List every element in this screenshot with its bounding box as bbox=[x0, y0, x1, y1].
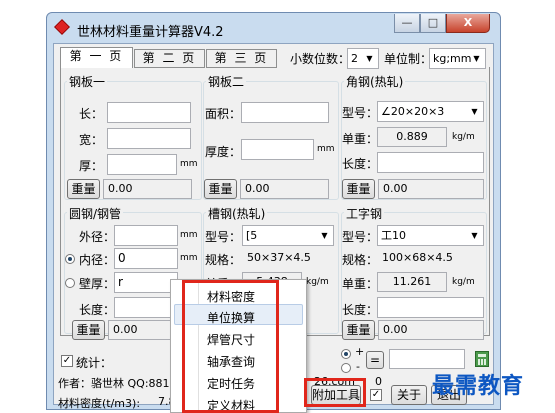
minus-label: - bbox=[356, 360, 360, 373]
unit-weight-value: 11.261 bbox=[377, 272, 447, 292]
unit-label: mm bbox=[180, 230, 198, 240]
title-bar[interactable]: 世林材料重量计算器V4.2 — □ X bbox=[47, 13, 500, 43]
channel-model-select[interactable]: [5 ▼ bbox=[242, 225, 334, 246]
window-title: 世林材料重量计算器V4.2 bbox=[77, 25, 224, 40]
group-title: 钢板一 bbox=[67, 73, 108, 90]
spec-value: 50×37×4.5 bbox=[242, 248, 334, 268]
tab-page-2[interactable]: 第 二 页 bbox=[134, 49, 205, 68]
unit-weight-label: 单重： bbox=[342, 132, 379, 146]
minus-radio[interactable] bbox=[341, 363, 351, 373]
weight-button[interactable]: 重量 bbox=[342, 179, 375, 199]
unit-label: kg/m bbox=[452, 132, 475, 142]
weight-result: 0.00 bbox=[378, 320, 484, 340]
app-icon bbox=[54, 19, 70, 35]
chevron-down-icon: ▼ bbox=[321, 231, 328, 240]
weight-result: 0.00 bbox=[378, 179, 484, 199]
decimals-select[interactable]: 2 ▼ bbox=[347, 48, 379, 69]
chevron-down-icon: ▼ bbox=[471, 107, 478, 116]
group-title: 角钢(热轧) bbox=[344, 73, 406, 90]
group-title: 工字钢 bbox=[344, 205, 385, 222]
menu-highlight-frame bbox=[182, 280, 279, 413]
length-input[interactable] bbox=[107, 102, 191, 123]
spec-label: 规格： bbox=[205, 253, 242, 267]
thickness-label: 厚： bbox=[79, 159, 104, 173]
area-input[interactable] bbox=[241, 102, 329, 123]
inner-diameter-input[interactable]: 0 bbox=[114, 248, 178, 269]
author-text: 作者：骆世林 QQ:881 bbox=[58, 377, 170, 390]
minimize-button[interactable]: — bbox=[394, 14, 420, 33]
chevron-down-icon: ▼ bbox=[471, 231, 478, 240]
weight-button[interactable]: 重量 bbox=[67, 179, 100, 199]
length-label: 长度： bbox=[342, 303, 379, 317]
unit-weight-label: 单重： bbox=[342, 277, 379, 291]
stats-checkbox[interactable]: ✓ bbox=[61, 355, 73, 367]
width-label: 宽： bbox=[79, 133, 104, 147]
length-input[interactable] bbox=[114, 297, 178, 318]
group-title: 钢板二 bbox=[206, 73, 247, 90]
group-title: 槽钢(热轧) bbox=[206, 205, 268, 222]
watermark-text: 最需教育 bbox=[432, 373, 525, 399]
unit-label: mm bbox=[180, 159, 198, 169]
weight-button[interactable]: 重量 bbox=[342, 320, 375, 340]
model-label: 型号： bbox=[342, 106, 379, 120]
inner-diameter-radio[interactable] bbox=[65, 254, 75, 264]
tab-page-3[interactable]: 第 三 页 bbox=[206, 49, 277, 68]
unit-label: mm bbox=[317, 144, 335, 154]
weight-result: 0.00 bbox=[103, 179, 192, 199]
length-label: 长度： bbox=[79, 303, 116, 317]
spec-label: 规格： bbox=[342, 253, 379, 267]
close-button[interactable]: X bbox=[446, 14, 490, 33]
angle-model-select[interactable]: ∠20×20×3 ▼ bbox=[377, 101, 484, 122]
wall-thickness-label: 壁厚： bbox=[79, 277, 116, 291]
button-highlight-frame bbox=[304, 378, 366, 407]
spec-value: 100×68×4.5 bbox=[377, 248, 484, 268]
chevron-down-icon: ▼ bbox=[366, 54, 373, 63]
unit-label: mm bbox=[180, 253, 198, 263]
equals-button[interactable]: = bbox=[366, 351, 384, 369]
thickness-input[interactable] bbox=[241, 139, 314, 160]
option-checkbox[interactable]: ✓ bbox=[370, 389, 382, 401]
decimals-label: 小数位数： bbox=[290, 52, 351, 66]
unit-weight-value: 0.889 bbox=[377, 127, 447, 147]
plus-radio[interactable] bbox=[341, 349, 351, 359]
thickness-label: 厚度： bbox=[205, 145, 242, 159]
about-button[interactable]: 关于 bbox=[391, 385, 427, 405]
unit-label: kg/m bbox=[452, 277, 475, 287]
weight-button[interactable]: 重量 bbox=[72, 320, 105, 340]
stats-label: 统计： bbox=[76, 356, 113, 370]
model-label: 型号： bbox=[342, 230, 379, 244]
unit-label: kg/m bbox=[306, 277, 329, 287]
chevron-down-icon: ▼ bbox=[473, 54, 480, 63]
width-input[interactable] bbox=[107, 128, 191, 149]
zero-value: 0 bbox=[375, 375, 382, 388]
outer-diameter-input[interactable] bbox=[114, 225, 178, 246]
i-beam-model-select[interactable]: 工10 ▼ bbox=[377, 225, 484, 246]
tab-page-1[interactable]: 第 一 页 bbox=[60, 47, 133, 68]
model-label: 型号： bbox=[205, 230, 242, 244]
density-label: 材料密度(t/m3): bbox=[58, 397, 141, 410]
group-title: 圆钢/钢管 bbox=[67, 205, 124, 222]
wall-thickness-input[interactable]: r bbox=[114, 272, 178, 293]
length-label: 长： bbox=[79, 107, 104, 121]
unit-system-label: 单位制： bbox=[384, 52, 433, 66]
inner-diameter-label: 内径： bbox=[79, 253, 116, 267]
length-input[interactable] bbox=[377, 152, 484, 173]
plus-label: + bbox=[355, 345, 365, 358]
length-label: 长度： bbox=[342, 157, 379, 171]
wall-thickness-radio[interactable] bbox=[65, 278, 75, 288]
area-label: 面积： bbox=[205, 107, 242, 121]
stats-total-input[interactable] bbox=[389, 349, 465, 369]
weight-result: 0.00 bbox=[240, 179, 329, 199]
outer-diameter-label: 外径： bbox=[79, 230, 116, 244]
thickness-input[interactable] bbox=[107, 154, 177, 175]
unit-system-select[interactable]: kg;mm ▼ bbox=[429, 48, 486, 69]
length-input[interactable] bbox=[377, 297, 484, 318]
maximize-button[interactable]: □ bbox=[420, 14, 446, 33]
calculator-icon[interactable] bbox=[475, 351, 489, 367]
weight-button[interactable]: 重量 bbox=[204, 179, 237, 199]
